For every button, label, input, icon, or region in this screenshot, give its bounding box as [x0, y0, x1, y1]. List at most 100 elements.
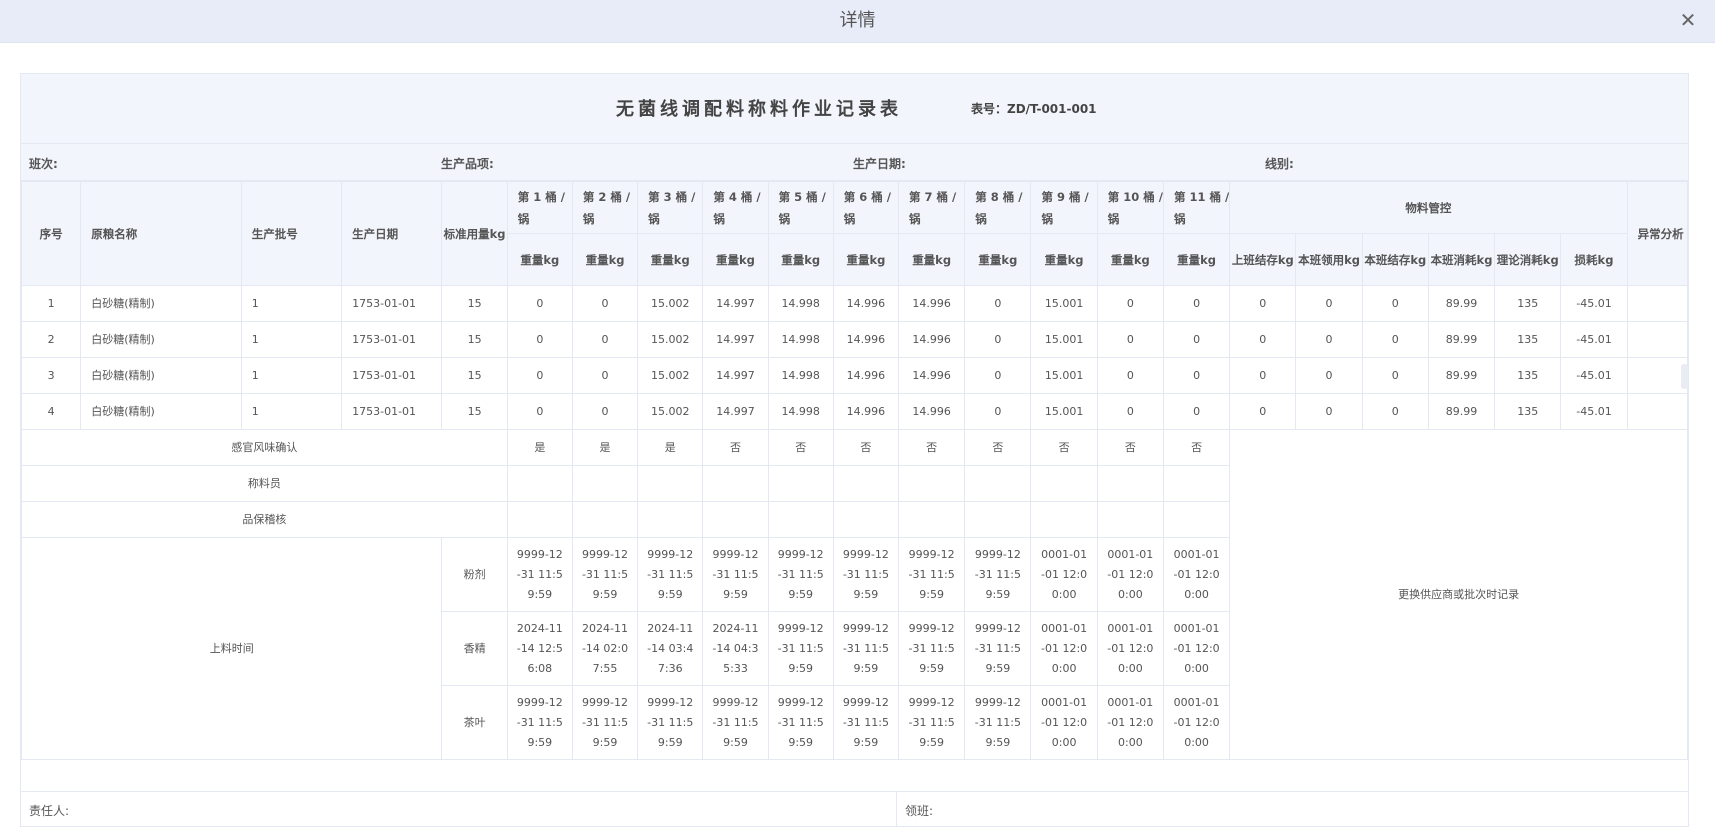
row-material: 白砂糖(精制) — [80, 285, 242, 322]
feed-time-value: 9999-12-31 11:59:59 — [637, 537, 704, 612]
row-control: 0 — [1361, 285, 1429, 322]
row-control: 0 — [1229, 393, 1297, 430]
qa-cell — [637, 501, 704, 538]
row-standard-usage: 15 — [441, 285, 508, 322]
row-abnormal — [1626, 285, 1688, 322]
line-label: 线别: — [1265, 157, 1294, 171]
header-bucket: 第 10 桶 / 锅 — [1096, 181, 1164, 234]
weigher-cell — [1096, 465, 1164, 502]
row-control: -45.01 — [1560, 393, 1628, 430]
row-weight: 14.997 — [702, 285, 769, 322]
feed-time-value: 0001-01-01 12:00:00 — [1162, 685, 1231, 760]
feed-time-value: 9999-12-31 11:59:59 — [767, 685, 834, 760]
row-weight: 15.001 — [1030, 285, 1098, 322]
responsible-label: 责任人: — [29, 804, 70, 818]
header-weight: 重量kg — [1030, 233, 1098, 286]
feed-time-value: 9999-12-31 11:59:59 — [767, 611, 834, 686]
header-control-col: 本班领用kg — [1295, 233, 1363, 286]
form-code: 表号：ZD/T-001-001 — [971, 102, 1097, 116]
feed-time-value: 9999-12-31 11:59:59 — [898, 537, 966, 612]
row-control: 0 — [1361, 393, 1429, 430]
feed-time-value: 9999-12-31 11:59:59 — [964, 611, 1032, 686]
header-weight: 重量kg — [964, 233, 1032, 286]
header-bucket: 第 3 桶 / 锅 — [637, 181, 704, 234]
weigher-cell — [832, 465, 900, 502]
row-control: 89.99 — [1427, 393, 1496, 430]
scrollbar[interactable] — [1681, 364, 1688, 389]
row-control: 135 — [1494, 285, 1562, 322]
qa-cell — [767, 501, 834, 538]
row-abnormal — [1626, 321, 1688, 358]
info-row: 班次: 生产品项: 生产日期: 线别: — [21, 144, 1688, 181]
row-weight: 14.996 — [832, 393, 900, 430]
weigher-cell — [571, 465, 639, 502]
row-weight: 0 — [1096, 357, 1164, 394]
row-weight: 15.001 — [1030, 321, 1098, 358]
sensory-value: 否 — [1030, 429, 1098, 466]
close-icon[interactable]: ✕ — [1677, 9, 1699, 31]
row-weight: 14.996 — [898, 321, 966, 358]
row-material: 白砂糖(精制) — [80, 321, 242, 358]
feed-time-value: 9999-12-31 11:59:59 — [964, 537, 1032, 612]
sensory-value: 否 — [767, 429, 834, 466]
row-weight: 14.996 — [898, 393, 966, 430]
qa-cell — [964, 501, 1032, 538]
row-control: 135 — [1494, 321, 1562, 358]
row-control: 0 — [1295, 357, 1363, 394]
header-control-col: 损耗kg — [1560, 233, 1628, 286]
row-weight: 14.996 — [832, 357, 900, 394]
header-bucket: 第 1 桶 / 锅 — [506, 181, 573, 234]
row-material: 白砂糖(精制) — [80, 357, 242, 394]
feed-time-value: 2024-11-14 02:07:55 — [571, 611, 639, 686]
row-weight: 0 — [506, 285, 573, 322]
row-weight: 0 — [964, 393, 1032, 430]
row-control: 0 — [1295, 321, 1363, 358]
feed-time-value: 9999-12-31 11:59:59 — [832, 537, 900, 612]
row-date: 1753-01-01 — [341, 393, 443, 430]
row-control: -45.01 — [1560, 285, 1628, 322]
row-batch: 1 — [240, 321, 343, 358]
feed-time-value: 9999-12-31 11:59:59 — [832, 685, 900, 760]
header-weight: 重量kg — [898, 233, 966, 286]
header-material-control: 物料管控 — [1229, 181, 1628, 234]
header-date: 生产日期 — [341, 181, 443, 286]
header-weight: 重量kg — [767, 233, 834, 286]
row-weight: 0 — [571, 285, 639, 322]
qa-cell — [832, 501, 900, 538]
header-batch: 生产批号 — [240, 181, 343, 286]
sensory-value: 否 — [702, 429, 769, 466]
header-bucket: 第 4 桶 / 锅 — [702, 181, 769, 234]
feed-time-value: 9999-12-31 11:59:59 — [702, 537, 769, 612]
header-seq: 序号 — [21, 181, 82, 286]
header-control-col: 理论消耗kg — [1494, 233, 1562, 286]
row-standard-usage: 15 — [441, 393, 508, 430]
feed-time-type: 茶叶 — [441, 685, 508, 760]
header-bucket: 第 11 桶 / 锅 — [1162, 181, 1231, 234]
feed-time-value: 9999-12-31 11:59:59 — [702, 685, 769, 760]
row-weight: 14.998 — [767, 285, 834, 322]
row-weight: 14.997 — [702, 321, 769, 358]
header-weight: 重量kg — [832, 233, 900, 286]
qa-cell — [571, 501, 639, 538]
row-weight: 0 — [571, 393, 639, 430]
row-weight: 14.996 — [898, 357, 966, 394]
row-seq: 2 — [21, 321, 82, 358]
qa-cell — [1096, 501, 1164, 538]
weigher-cell — [702, 465, 769, 502]
header-abnormal: 异常分析 — [1626, 181, 1688, 286]
header-control-col: 本班消耗kg — [1427, 233, 1496, 286]
header-bucket: 第 5 桶 / 锅 — [767, 181, 834, 234]
feed-time-value: 9999-12-31 11:59:59 — [571, 537, 639, 612]
row-batch: 1 — [240, 285, 343, 322]
feed-time-value: 9999-12-31 11:59:59 — [506, 537, 573, 612]
feed-time-value: 0001-01-01 12:00:00 — [1096, 611, 1164, 686]
row-date: 1753-01-01 — [341, 285, 443, 322]
sensory-label: 感官风味确认 — [21, 429, 508, 466]
sensory-value: 否 — [1162, 429, 1231, 466]
table-row: 1 白砂糖(精制) 1 1753-01-01 15 0 0 15.002 14.997 14.99… — [21, 285, 1688, 322]
row-control: 0 — [1295, 285, 1363, 322]
header-weight: 重量kg — [637, 233, 704, 286]
qa-cell — [898, 501, 966, 538]
row-weight: 0 — [964, 285, 1032, 322]
weigher-cell — [1162, 465, 1231, 502]
